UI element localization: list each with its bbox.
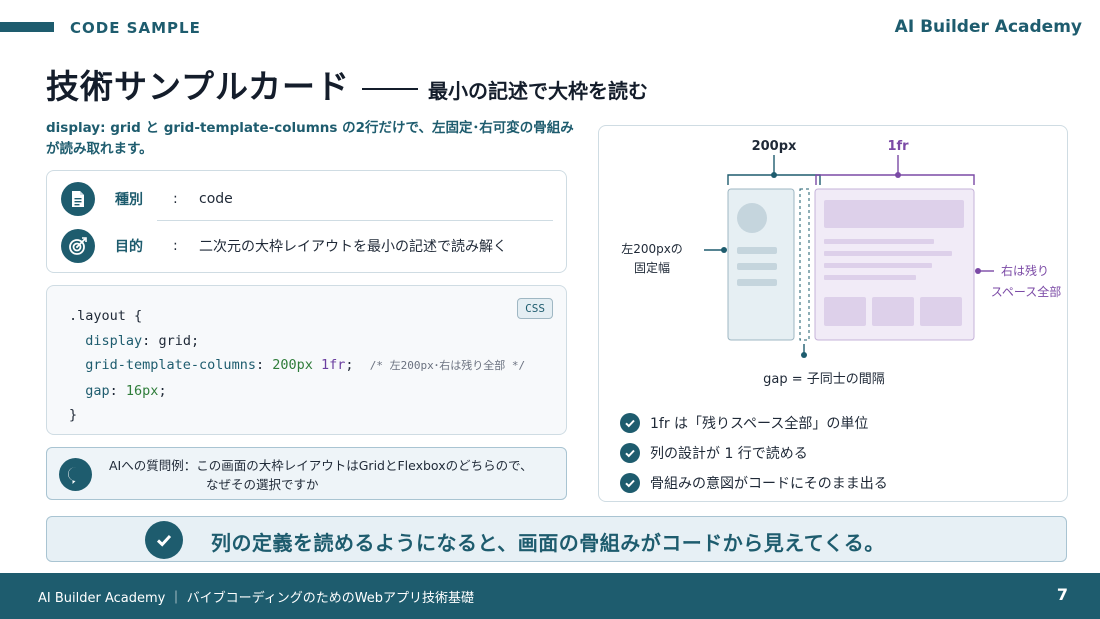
content-card — [872, 297, 914, 326]
code-semicolon: ; — [158, 382, 167, 399]
label-200px: 200px — [752, 139, 797, 154]
code-comment: /* 左200px･右は残り全部 */ — [369, 359, 526, 372]
section-label: CODE SAMPLE — [70, 19, 201, 37]
gap-note: gap = 子同士の間隔 — [763, 372, 885, 387]
label-1fr: 1fr — [887, 139, 909, 154]
gap-marker-dot — [801, 352, 807, 358]
check-item: 1fr は「残りスペース全部」の単位 — [620, 408, 888, 438]
document-icon — [61, 182, 95, 216]
left-note-line-1: 左200pxの — [621, 241, 683, 256]
left-note-line-2: 固定幅 — [634, 260, 670, 275]
info-key: 目的 — [115, 239, 143, 255]
lead-text: display: grid と grid-template-columns の2… — [46, 120, 574, 157]
summary-banner: 列の定義を読めるようになると、画面の骨組みがコードから見えてくる。 — [46, 516, 1067, 562]
check-list: 1fr は「残りスペース全部」の単位 列の設計が 1 行で読める 骨組みの意図が… — [620, 408, 888, 498]
check-icon — [620, 413, 640, 433]
right-note-line-1: 右は残り — [1001, 263, 1049, 278]
brand-name: AI Builder Academy — [894, 17, 1082, 37]
check-item: 列の設計が 1 行で読める — [620, 438, 888, 468]
check-item: 骨組みの意図がコードにそのまま出る — [620, 468, 888, 498]
info-colon: : — [173, 191, 178, 207]
gap-column — [799, 188, 810, 341]
title-dash — [362, 88, 419, 90]
bracket-1fr — [815, 174, 975, 185]
code-line-1: .layout { — [69, 308, 143, 324]
sidebar-line — [737, 263, 777, 270]
code-semicolon: ; — [345, 357, 354, 373]
check-text: 1fr は「残りスペース全部」の単位 — [650, 416, 869, 432]
summary-check-icon — [145, 521, 183, 559]
content-line — [824, 239, 934, 244]
content-card — [824, 297, 866, 326]
left-note-dot — [721, 247, 727, 253]
info-divider — [157, 220, 553, 221]
code-property: grid-template-columns — [85, 357, 256, 373]
content-line — [824, 275, 916, 280]
page-number: 7 — [1056, 585, 1068, 604]
avatar-placeholder — [737, 203, 767, 233]
footer: AI Builder Academy ｜ バイブコーディングのためのWebアプリ… — [0, 573, 1100, 619]
code-property: gap — [85, 382, 110, 399]
code-number: 200px — [272, 357, 313, 373]
question-text: AIへの質問例：この画面の大枠レイアウトはGridとFlexboxのどちらので、… — [109, 456, 533, 494]
info-row-type: 種別 : code — [61, 179, 233, 219]
code-card: CSS .layout { display: grid; grid-templa… — [46, 285, 567, 435]
question-line-1: AIへの質問例：この画面の大枠レイアウトはGridとFlexboxのどちらので、 — [109, 458, 533, 473]
info-value: code — [199, 191, 233, 207]
check-icon — [620, 473, 640, 493]
check-icon — [620, 443, 640, 463]
right-note-line-2: スペース全部 — [991, 284, 1062, 299]
info-key: 種別 — [115, 192, 143, 208]
page-title: 技術サンプルカード — [46, 67, 351, 106]
page-subtitle: 最小の記述で大枠を読む — [428, 79, 649, 103]
svg-text:?: ? — [73, 469, 79, 480]
content-header-block — [824, 200, 964, 228]
sidebar-line — [737, 247, 777, 254]
question-card: ? AIへの質問例：この画面の大枠レイアウトはGridとFlexboxのどちらの… — [46, 447, 567, 500]
code-block: .layout { display: grid; grid-template-c… — [69, 308, 526, 423]
title-row: 技術サンプルカード 最小の記述で大枠を読む — [46, 60, 648, 108]
question-bubble-icon: ? — [59, 458, 92, 491]
code-line-5: } — [69, 407, 78, 423]
content-line — [824, 251, 952, 256]
question-line-2: なぜその選択ですか — [206, 477, 319, 492]
code-value: grid; — [158, 332, 200, 349]
code-unit: 1fr — [321, 357, 346, 373]
footer-text: AI Builder Academy ｜ バイブコーディングのためのWebアプリ… — [38, 591, 475, 606]
content-line — [824, 263, 932, 268]
content-card — [920, 297, 962, 326]
info-card: 種別 : code 目的 : 二次元の大枠レイアウトを最小の記述で読み解く — [46, 170, 567, 273]
check-text: 骨組みの意図がコードにそのまま出る — [650, 476, 888, 492]
info-row-purpose: 目的 : 二次元の大枠レイアウトを最小の記述で読み解く — [61, 226, 507, 266]
header-accent-bar — [0, 22, 54, 32]
info-value: 二次元の大枠レイアウトを最小の記述で読み解く — [199, 239, 507, 255]
check-text: 列の設計が 1 行で読める — [650, 446, 808, 462]
code-number: 16px — [125, 382, 159, 399]
sidebar-line — [737, 279, 777, 286]
info-colon: : — [173, 238, 178, 254]
target-icon — [61, 229, 95, 263]
summary-text: 列の定義を読めるようになると、画面の骨組みがコードから見えてくる。 — [211, 531, 885, 555]
grid-diagram: 200px 1fr 左200pxの 固定幅 右は残り スペース全部 gap = … — [621, 139, 1062, 387]
code-property: display — [85, 332, 143, 349]
